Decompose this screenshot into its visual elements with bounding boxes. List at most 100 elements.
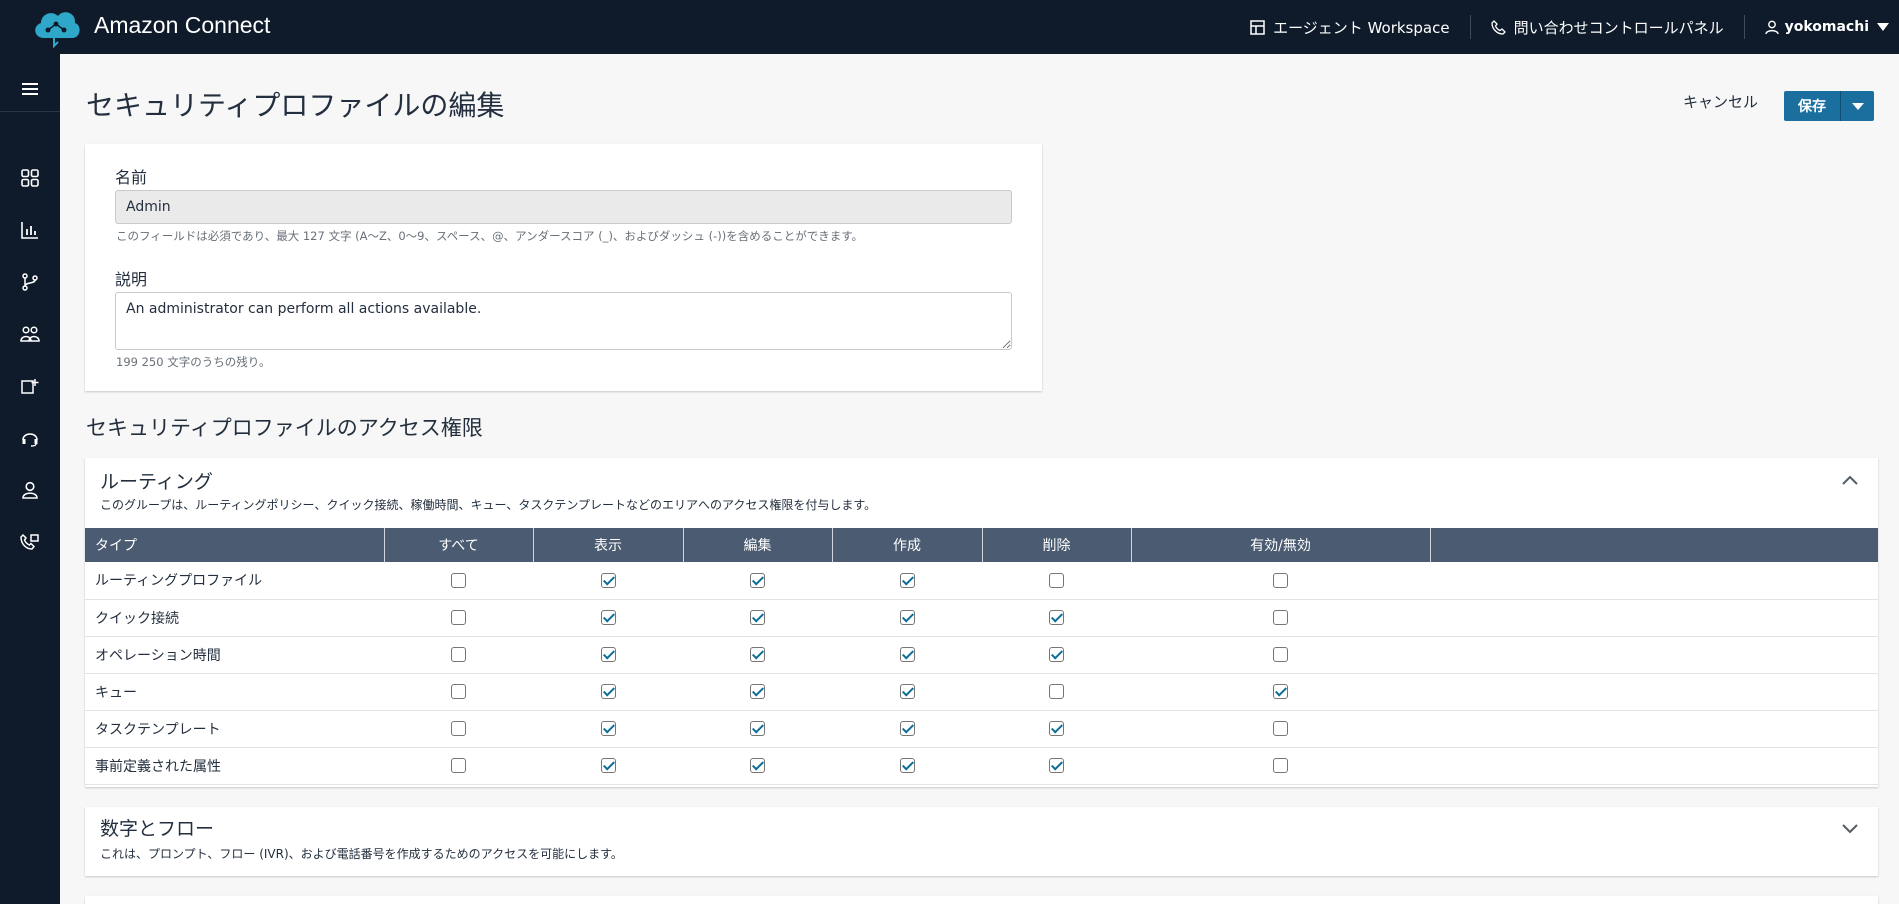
top-bar: Amazon Connect エージェント Workspace 問い合わせコント… (0, 0, 1899, 54)
hamburger-icon (22, 82, 38, 95)
permission-checkbox[interactable] (1049, 684, 1064, 699)
permission-checkbox[interactable] (1273, 610, 1288, 625)
permission-checkbox[interactable] (1273, 684, 1288, 699)
numbers-flows-group-title[interactable]: 数字とフロー (100, 814, 214, 841)
permission-checkbox[interactable] (451, 758, 466, 773)
sidebar-item-analytics[interactable] (0, 210, 60, 250)
permission-checkbox[interactable] (451, 647, 466, 662)
permission-checkbox[interactable] (1049, 647, 1064, 662)
sidebar-item-dashboard[interactable] (0, 158, 60, 198)
checkbox-cell (533, 710, 683, 748)
permission-checkbox[interactable] (750, 572, 765, 588)
column-header: 作成 (832, 528, 983, 562)
collapse-chevron-icon[interactable] (1842, 470, 1858, 489)
permission-checkbox[interactable] (899, 610, 915, 625)
permission-checkbox[interactable] (600, 647, 616, 662)
description-label: 説明 (115, 270, 148, 289)
permission-checkbox[interactable] (899, 572, 915, 588)
checkbox-cell (1131, 636, 1430, 674)
agent-workspace-label: エージェント Workspace (1273, 18, 1450, 37)
top-nav: エージェント Workspace 問い合わせコントロールパネル yokomach… (1230, 0, 1889, 54)
name-hint: このフィールドは必須であり、最大 127 文字 (A〜Z、0〜9、スペース、@、… (116, 229, 864, 243)
sidebar-item-phone[interactable] (0, 522, 60, 562)
numbers-flows-group-description: これは、プロンプト、フロー (IVR)、および電話番号を作成するためのアクセスを… (100, 847, 623, 861)
permission-checkbox[interactable] (1049, 572, 1064, 588)
table-row: ルーティングプロファイル (85, 562, 1878, 600)
next-group (85, 896, 1878, 904)
permission-checkbox[interactable] (750, 684, 765, 699)
sidebar-item-channels[interactable] (0, 366, 60, 406)
checkbox-cell (683, 562, 832, 600)
permission-checkbox[interactable] (899, 758, 915, 773)
routing-group-title[interactable]: ルーティング (100, 467, 213, 494)
permission-checkbox[interactable] (600, 684, 616, 699)
permission-checkbox[interactable] (750, 721, 765, 736)
permission-checkbox[interactable] (1049, 721, 1064, 736)
checkbox-cell (384, 710, 533, 748)
checkbox-cell (832, 599, 982, 637)
checkbox-cell (1131, 599, 1430, 637)
permission-type: 事前定義された属性 (85, 747, 384, 785)
analytics-icon (21, 222, 38, 239)
permission-checkbox[interactable] (1049, 758, 1064, 773)
column-header: 有効/無効 (1131, 528, 1431, 562)
channels-icon (21, 379, 39, 394)
amazon-connect-logo[interactable] (30, 4, 82, 48)
permission-checkbox[interactable] (750, 610, 765, 625)
table-row: オペレーション時間 (85, 636, 1878, 674)
table-header-row: タイプ すべて 表示 編集 作成 削除 有効/無効 (85, 528, 1878, 562)
sidebar-item-users[interactable] (0, 314, 60, 354)
checkbox-cell (683, 599, 832, 637)
checkbox-cell (683, 673, 832, 711)
expand-chevron-icon[interactable] (1842, 819, 1858, 838)
name-field[interactable] (115, 190, 1012, 224)
table-row: クイック接続 (85, 599, 1878, 637)
permission-checkbox[interactable] (1273, 572, 1288, 588)
permission-checkbox[interactable] (750, 758, 765, 773)
column-header: 削除 (982, 528, 1132, 562)
permission-checkbox[interactable] (1273, 758, 1288, 773)
user-menu[interactable]: yokomachi (1745, 19, 1889, 35)
cancel-button[interactable]: キャンセル (1683, 91, 1758, 112)
dashboard-icon (21, 169, 39, 187)
permission-type: オペレーション時間 (85, 636, 384, 674)
permission-checkbox[interactable] (899, 684, 915, 699)
permission-checkbox[interactable] (600, 721, 616, 736)
permission-checkbox[interactable] (451, 721, 466, 736)
permission-checkbox[interactable] (600, 758, 616, 773)
ccp-link[interactable]: 問い合わせコントロールパネル (1471, 15, 1744, 39)
checkbox-cell (1131, 747, 1430, 785)
permission-checkbox[interactable] (899, 721, 915, 736)
column-header: タイプ (85, 528, 385, 562)
permission-checkbox[interactable] (451, 572, 466, 588)
sidebar-item-routing[interactable] (0, 262, 60, 302)
empty-cell (1430, 636, 1878, 674)
checkbox-cell (533, 747, 683, 785)
permission-checkbox[interactable] (899, 647, 915, 662)
permission-checkbox[interactable] (750, 647, 765, 662)
sidebar-item-profile[interactable] (0, 470, 60, 510)
sidebar-item-agent[interactable] (0, 418, 60, 458)
checkbox-cell (533, 636, 683, 674)
checkbox-cell (384, 747, 533, 785)
empty-cell (1430, 562, 1878, 600)
workspace-icon (1250, 19, 1265, 35)
save-options-dropdown[interactable] (1840, 91, 1874, 121)
permission-type: キュー (85, 673, 384, 711)
permission-checkbox[interactable] (1273, 721, 1288, 736)
empty-cell (1430, 747, 1878, 785)
permission-checkbox[interactable] (1049, 610, 1064, 625)
routing-icon (22, 273, 38, 291)
permission-checkbox[interactable] (600, 610, 616, 625)
description-field[interactable]: An administrator can perform all actions… (115, 292, 1012, 350)
save-button[interactable]: 保存 (1784, 91, 1840, 121)
menu-toggle[interactable] (0, 66, 60, 112)
permission-checkbox[interactable] (1273, 647, 1288, 662)
profile-icon (22, 481, 38, 499)
agent-workspace-link[interactable]: エージェント Workspace (1230, 15, 1469, 39)
checkbox-cell (533, 673, 683, 711)
permission-checkbox[interactable] (600, 572, 616, 588)
permission-checkbox[interactable] (451, 610, 466, 625)
permission-checkbox[interactable] (451, 684, 466, 699)
checkbox-cell (683, 710, 832, 748)
